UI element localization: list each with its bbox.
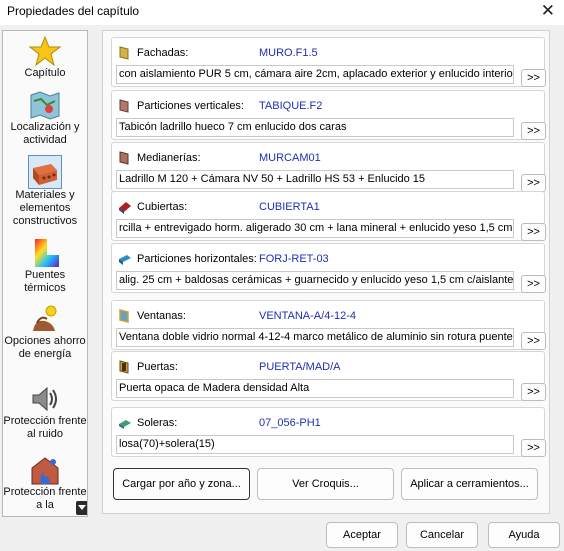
element-group-ventanas: Ventanas: VENTANA-A/4-12-4 Ventana doble…: [111, 300, 546, 350]
sidebar-item-label: Localización y actividad: [10, 121, 80, 146]
element-code[interactable]: PUERTA/MAD/A: [259, 361, 341, 373]
element-code[interactable]: VENTANA-A/4-12-4: [259, 310, 356, 322]
element-description: Puerta opaca de Madera densidad Alta: [116, 379, 514, 398]
sidebar-item-label: Capítulo: [24, 67, 66, 79]
sidebar-item-opciones[interactable]: Opciones ahorro de energía: [3, 303, 87, 361]
door-icon: [119, 360, 129, 374]
sidebar-item-label: Puentes térmicos: [24, 269, 66, 294]
roof-icon: [119, 202, 131, 214]
thermal-bridge-icon: [35, 239, 59, 267]
sidebar-item-label: Opciones ahorro de energía: [4, 335, 86, 360]
element-label: Particiones horizontales:: [137, 253, 257, 265]
element-group-cubiertas: Cubiertas: CUBIERTA1 rcilla + entrevigad…: [111, 191, 546, 241]
element-label: Fachadas:: [137, 47, 189, 59]
load-by-year-zone-button[interactable]: Cargar por año y zona...: [113, 468, 250, 500]
element-description: Ladrillo M 120 + Cámara NV 50 + Ladrillo…: [116, 170, 514, 189]
sidebar: Capítulo Localización y actividad Materi…: [2, 30, 88, 517]
facade-icon: [119, 46, 129, 60]
slab-icon: [119, 255, 131, 265]
element-group-fachadas: Fachadas: MURO.F1.5 con aislamiento PUR …: [111, 37, 546, 87]
element-description: rcilla + entrevigado horm. aligerado 30 …: [116, 219, 514, 238]
elements-panel: Fachadas: MURO.F1.5 con aislamiento PUR …: [102, 30, 550, 514]
brick-icon: [33, 164, 57, 185]
sidebar-item-label: Materiales y elementos constructivos: [12, 189, 78, 227]
element-select-button[interactable]: >>: [521, 332, 546, 350]
element-description: con aislamiento PUR 5 cm, cámara aire 2c…: [116, 65, 514, 84]
help-button[interactable]: Ayuda: [488, 522, 560, 548]
element-group-soleras: Soleras: 07_056-PH1 losa(70)+solera(15) …: [111, 407, 546, 457]
element-code[interactable]: MURO.F1.5: [259, 47, 318, 59]
sidebar-item-ruido[interactable]: Protección frente al ruido: [3, 383, 87, 441]
element-label: Particiones verticales:: [137, 100, 244, 112]
view-sketch-button[interactable]: Ver Croquis...: [257, 468, 394, 500]
selection-highlight: [28, 155, 62, 189]
ok-button[interactable]: Aceptar: [326, 522, 398, 548]
apply-to-enclosures-button[interactable]: Aplicar a cerramientos...: [401, 468, 538, 500]
element-description: Tabicón ladrillo hueco 7 cm enlucido dos…: [116, 118, 514, 137]
element-description: alig. 25 cm + baldosas cerámicas + guarn…: [116, 271, 514, 290]
element-code[interactable]: 07_056-PH1: [259, 417, 321, 429]
element-group-medianerias: Medianerías: MURCAM01 Ladrillo M 120 + C…: [111, 142, 546, 192]
close-icon[interactable]: ✕: [541, 1, 555, 21]
element-select-button[interactable]: >>: [521, 223, 546, 241]
sidebar-item-capitulo[interactable]: Capítulo: [3, 35, 87, 80]
element-select-button[interactable]: >>: [521, 122, 546, 140]
element-select-button[interactable]: >>: [521, 439, 546, 457]
sidebar-item-puentes[interactable]: Puentes térmicos: [3, 237, 87, 295]
element-description: losa(70)+solera(15): [116, 435, 514, 454]
partition-icon: [119, 99, 129, 113]
element-label: Ventanas:: [137, 310, 186, 322]
star-icon: [29, 35, 61, 67]
element-label: Cubiertas:: [137, 201, 188, 213]
window-title: Propiedades del capítulo: [7, 4, 140, 18]
element-label: Soleras:: [137, 417, 178, 429]
speaker-icon: [32, 386, 57, 412]
title-bar: Propiedades del capítulo ✕: [0, 0, 564, 25]
element-code[interactable]: CUBIERTA1: [259, 201, 320, 213]
element-select-button[interactable]: >>: [521, 174, 546, 192]
sidebar-item-label: Protección frente a la: [3, 486, 87, 511]
fire-protection-icon: [31, 457, 59, 485]
element-select-button[interactable]: >>: [521, 69, 546, 87]
cancel-button[interactable]: Cancelar: [406, 522, 478, 548]
element-code[interactable]: TABIQUE.F2: [259, 100, 322, 112]
element-select-button[interactable]: >>: [521, 383, 546, 401]
ground-slab-icon: [119, 420, 131, 429]
element-label: Medianerías:: [137, 152, 201, 164]
element-description: Ventana doble vidrio normal 4-12-4 marco…: [116, 328, 514, 347]
party-wall-icon: [119, 151, 129, 165]
element-group-particiones-horizontales: Particiones horizontales: FORJ-RET-03 al…: [111, 243, 546, 293]
element-group-puertas: Puertas: PUERTA/MAD/A Puerta opaca de Ma…: [111, 351, 546, 401]
window-icon: [119, 309, 129, 323]
element-code[interactable]: MURCAM01: [259, 152, 321, 164]
energy-saving-icon: [33, 305, 57, 331]
sidebar-item-localizacion[interactable]: Localización y actividad: [3, 89, 87, 147]
element-group-particiones-verticales: Particiones verticales: TABIQUE.F2 Tabic…: [111, 90, 546, 140]
map-icon: [30, 91, 60, 120]
sidebar-item-label: Protección frente al ruido: [3, 415, 87, 440]
sidebar-item-proteccion[interactable]: Protección frente a la: [3, 454, 87, 512]
element-select-button[interactable]: >>: [521, 275, 546, 293]
element-label: Puertas:: [137, 361, 178, 373]
element-code[interactable]: FORJ-RET-03: [259, 253, 329, 265]
sidebar-scroll-down-icon[interactable]: [76, 501, 87, 515]
sidebar-item-materiales[interactable]: Materiales y elementos constructivos: [3, 155, 87, 228]
